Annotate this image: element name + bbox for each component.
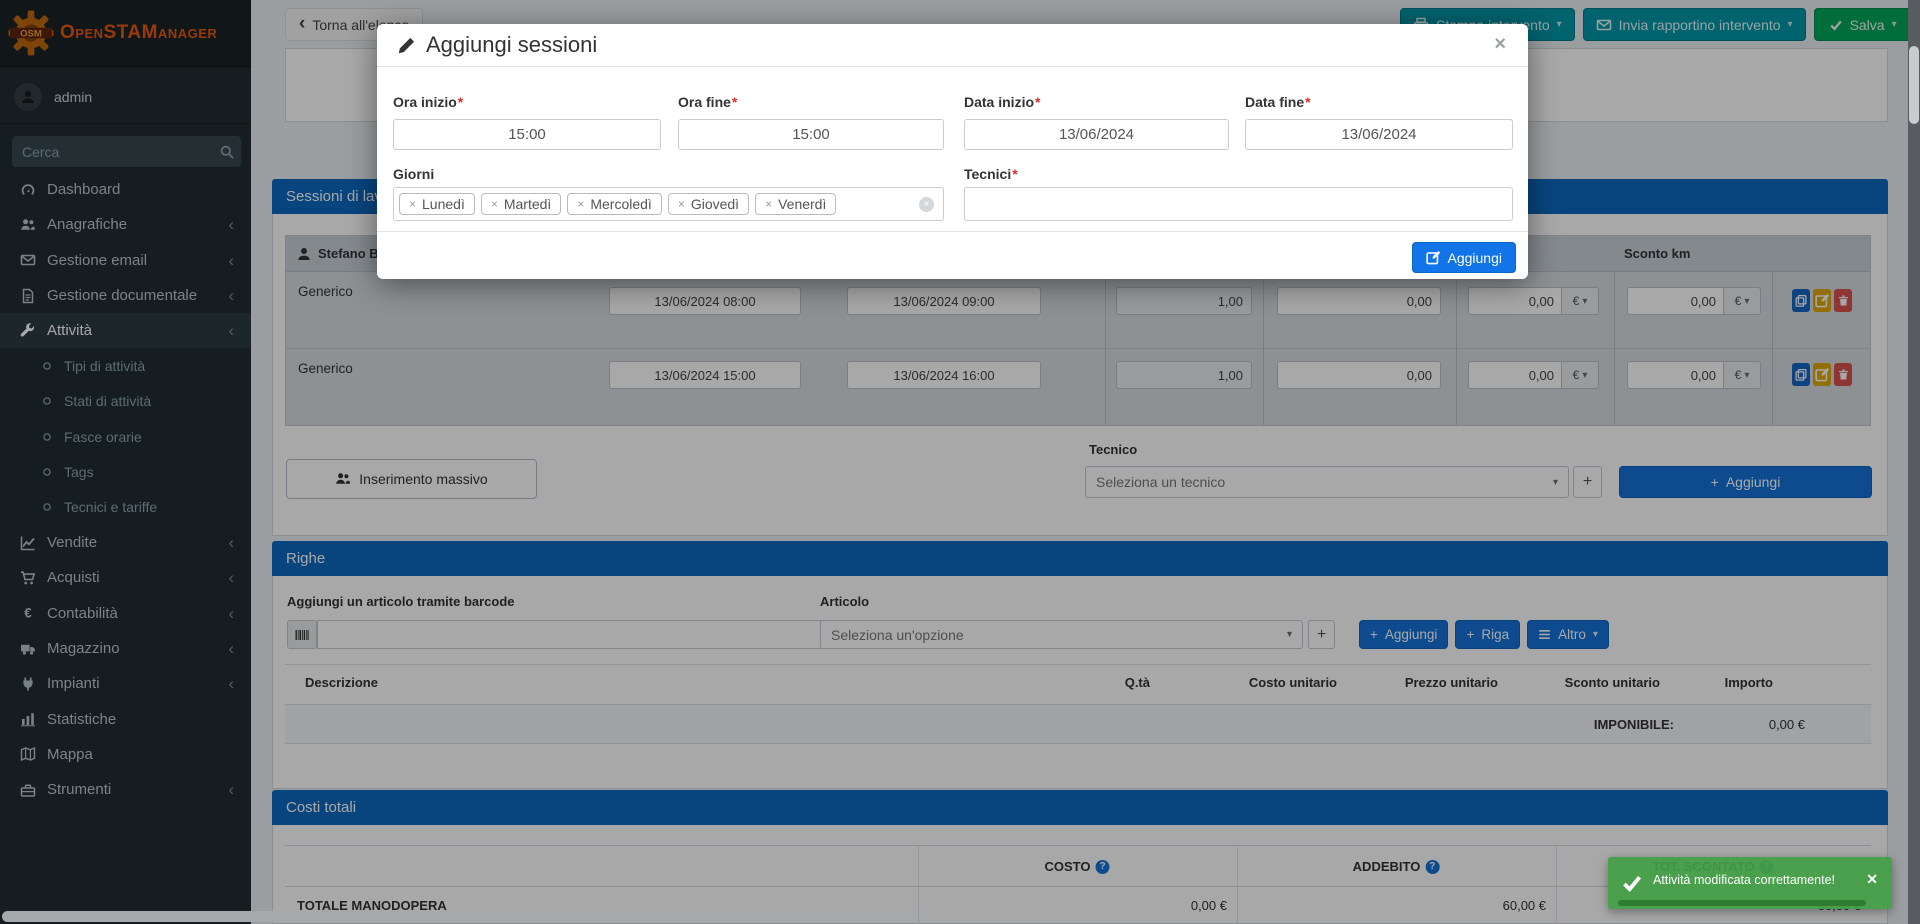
remove-tag-icon[interactable]: × xyxy=(678,197,685,211)
tag-label: Venerdì xyxy=(778,196,826,212)
ora-inizio-input[interactable] xyxy=(393,119,661,150)
modal-submit-label: Aggiungi xyxy=(1448,250,1503,266)
data-inizio-label: Data inizio* xyxy=(964,94,1040,110)
data-fine-input[interactable] xyxy=(1245,119,1513,150)
modal-close-icon[interactable]: × xyxy=(1488,32,1512,57)
giorni-multiselect[interactable]: × Lunedì × Martedì × Mercoledì × Giovedì × Venerd… xyxy=(393,187,944,221)
giorni-tag-lunedi[interactable]: × Lunedì xyxy=(399,193,475,215)
add-sessions-modal: Aggiungi sessioni × Ora inizio* Ora fine… xyxy=(377,24,1528,279)
tag-label: Mercoledì xyxy=(590,196,651,212)
ora-fine-label: Ora fine* xyxy=(678,94,737,110)
success-toast: Attività modificata correttamente! ✕ xyxy=(1608,857,1892,909)
check-icon xyxy=(1621,872,1643,894)
pencil-icon xyxy=(397,36,416,55)
ora-inizio-label: Ora inizio* xyxy=(393,94,463,110)
edit-square-icon xyxy=(1426,250,1441,265)
remove-tag-icon[interactable]: × xyxy=(577,197,584,211)
tecnici-input[interactable] xyxy=(964,187,1513,221)
toast-progress-bar xyxy=(1618,900,1866,906)
giorni-tag-mercoledi[interactable]: × Mercoledì xyxy=(567,193,661,215)
tecnici-label: Tecnici* xyxy=(964,166,1018,182)
giorni-tag-giovedi[interactable]: × Giovedì xyxy=(668,193,749,215)
tag-label: Lunedì xyxy=(422,196,465,212)
modal-footer-divider xyxy=(377,231,1528,232)
horizontal-scrollbar-thumb[interactable] xyxy=(2,911,918,922)
remove-tag-icon[interactable]: × xyxy=(409,197,416,211)
ora-fine-input[interactable] xyxy=(678,119,944,150)
toast-close-icon[interactable]: ✕ xyxy=(1860,870,1884,889)
giorni-label: Giorni xyxy=(393,166,434,182)
data-fine-label: Data fine* xyxy=(1245,94,1311,110)
toast-message: Attività modificata correttamente! xyxy=(1653,873,1835,887)
tag-label: Giovedì xyxy=(691,196,739,212)
modal-title: Aggiungi sessioni xyxy=(426,32,597,58)
vertical-scrollbar-track xyxy=(1908,0,1920,924)
remove-tag-icon[interactable]: × xyxy=(765,197,772,211)
openstamanager-app: OSM OpenSTAManager admin DashboardAnagra… xyxy=(0,0,1920,924)
remove-tag-icon[interactable]: × xyxy=(491,197,498,211)
tag-label: Martedì xyxy=(504,196,551,212)
clear-selection-icon[interactable]: × xyxy=(919,197,934,212)
modal-header: Aggiungi sessioni × xyxy=(377,24,1528,67)
giorni-tag-martedi[interactable]: × Martedì xyxy=(481,193,561,215)
modal-submit-button[interactable]: Aggiungi xyxy=(1412,242,1517,273)
giorni-tag-venerdi[interactable]: × Venerdì xyxy=(755,193,836,215)
data-inizio-input[interactable] xyxy=(964,119,1229,150)
vertical-scrollbar-thumb[interactable] xyxy=(1909,46,1919,124)
